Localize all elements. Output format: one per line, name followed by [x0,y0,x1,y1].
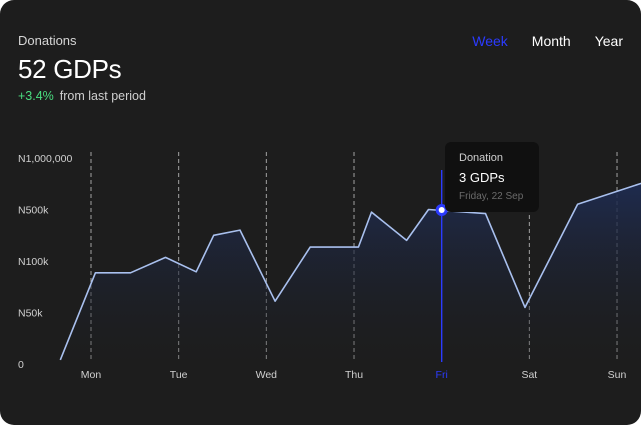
highlight-point [438,207,445,214]
y-tick-4: N1,000,000 [18,153,72,165]
y-tick-2: N100k [18,256,49,268]
y-tick-0: 0 [18,359,24,371]
x-tick-thu: Thu [345,369,363,381]
tooltip-date: Friday, 22 Sep [459,191,524,202]
x-tick-fri: Fri [436,369,448,381]
tooltip-title: Donation [459,152,504,164]
x-tick-sat: Sat [521,369,537,381]
x-tick-sun: Sun [608,369,627,381]
donations-chart: Mon Tue Wed Thu Fri Sat Sun 0 N50k N100k N500k N1,0… [18,152,641,381]
x-tick-mon: Mon [81,369,102,381]
y-tick-3: N500k [18,205,49,217]
y-tick-1: N50k [18,308,43,320]
chart-tooltip: Donation 3 GDPs Friday, 22 Sep [445,142,539,212]
x-tick-wed: Wed [256,369,278,381]
series-area [60,183,641,364]
x-tick-tue: Tue [170,369,188,381]
donations-card: Donations 52 GDPs +3.4% from last period … [0,0,641,425]
tooltip-value: 3 GDPs [459,170,505,185]
